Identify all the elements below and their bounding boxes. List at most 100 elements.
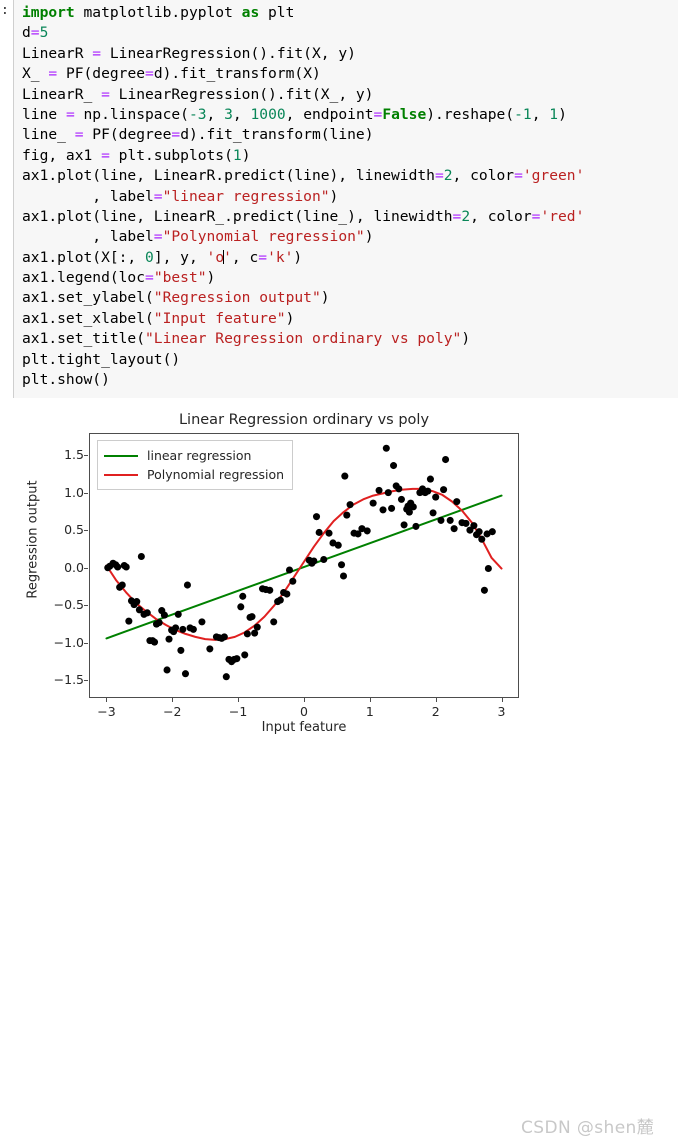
- code-token: ): [329, 187, 339, 205]
- code-token: plt.subplots(: [109, 146, 233, 164]
- data-point: [243, 630, 251, 638]
- data-point: [163, 666, 171, 674]
- code-token: =: [153, 187, 163, 205]
- code-token: "linear regression": [162, 187, 330, 205]
- data-point: [341, 472, 349, 480]
- code-token: =: [101, 85, 110, 103]
- code-line: LinearR = LinearRegression().fit(X, y): [22, 44, 584, 64]
- code-token: =: [65, 105, 75, 123]
- data-point: [480, 586, 488, 594]
- data-point: [241, 651, 249, 659]
- code-token: 5: [39, 24, 49, 42]
- data-point: [270, 618, 278, 626]
- data-point: [375, 486, 383, 494]
- code-token: ax1.plot(line, LinearR.predict(line), li…: [22, 167, 435, 185]
- code-line: , label="linear regression"): [22, 187, 584, 207]
- code-token: ': [223, 248, 232, 266]
- code-editor[interactable]: import matplotlib.pyplot as plt d=5 Linear…: [13, 0, 678, 398]
- x-tick-mark: [369, 698, 371, 702]
- data-point: [198, 618, 206, 626]
- code-token: =: [145, 65, 154, 83]
- notebook-code-cell[interactable]: : import matplotlib.pyplot as plt d=5 Line…: [0, 0, 678, 400]
- code-token: LinearR_: [22, 85, 102, 103]
- code-token: -1: [514, 105, 532, 123]
- x-tick-label: 3: [497, 704, 506, 719]
- code-token: PF(degree: [83, 126, 172, 144]
- code-line: ax1.legend(loc="best"): [22, 268, 584, 288]
- data-point: [165, 635, 173, 643]
- watermark-text: CSDN @shen麓: [521, 1118, 655, 1138]
- code-token: fig, ax1: [22, 146, 102, 164]
- data-point: [429, 509, 437, 517]
- data-point: [450, 525, 458, 533]
- code-token: 'o: [206, 248, 225, 266]
- code-token: PF(degree: [57, 65, 146, 83]
- data-point: [239, 592, 247, 600]
- code-token: 'k': [267, 248, 294, 266]
- code-token: matplotlib.pyplot: [74, 4, 242, 21]
- data-point: [151, 638, 159, 646]
- data-point: [155, 619, 163, 627]
- data-point: [172, 624, 180, 632]
- data-point: [220, 633, 228, 641]
- code-token: ): [241, 146, 251, 164]
- code-line: fig, ax1 = plt.subplots(1): [22, 146, 584, 166]
- data-point: [343, 511, 351, 519]
- data-point: [133, 598, 141, 606]
- code-line: ax1.set_title("Linear Regression ordinar…: [22, 329, 584, 349]
- data-point: [183, 581, 191, 589]
- x-tick-label: −2: [163, 704, 182, 719]
- y-tick-label: 0.5: [64, 522, 84, 538]
- data-point: [446, 516, 454, 524]
- data-point: [338, 561, 346, 569]
- y-tick-mark: [84, 492, 88, 494]
- code-token: False: [382, 105, 427, 123]
- code-token: line: [22, 105, 66, 123]
- data-point: [143, 609, 151, 617]
- x-tick-label: −1: [228, 704, 248, 719]
- y-tick-mark: [84, 680, 88, 682]
- code-token: d).fit_transform(X): [153, 65, 321, 83]
- data-point: [222, 673, 230, 681]
- data-point: [412, 522, 420, 530]
- code-line: d=5: [22, 23, 584, 43]
- data-point: [488, 528, 496, 536]
- code-token: -3: [188, 105, 207, 123]
- y-tick-label: 0.0: [64, 559, 84, 575]
- code-token: "Regression output": [153, 289, 321, 307]
- x-tick-label: 0: [300, 704, 308, 719]
- data-point: [289, 577, 297, 585]
- data-point: [114, 563, 122, 571]
- data-point: [400, 521, 408, 529]
- code-line: ax1.plot(line, LinearR.predict(line), li…: [22, 166, 584, 186]
- x-tick-label: 1: [365, 704, 374, 719]
- data-point: [137, 552, 145, 561]
- x-tick-mark: [172, 698, 174, 702]
- code-token: ): [364, 228, 374, 246]
- data-point: [276, 596, 284, 604]
- code-token: ], y,: [153, 248, 207, 266]
- data-point: [283, 590, 291, 598]
- code-token: ax1.set_ylabel(: [22, 289, 154, 307]
- code-token: , label: [22, 228, 154, 246]
- code-token: X_: [22, 65, 49, 83]
- code-token: ax1.set_title(: [22, 330, 146, 348]
- data-point: [125, 617, 133, 625]
- y-tick-mark: [84, 605, 88, 607]
- data-point: [233, 655, 241, 663]
- y-tick-mark: [84, 530, 88, 532]
- y-tick-mark: [84, 455, 88, 457]
- data-point: [424, 487, 432, 495]
- x-tick-mark: [304, 698, 305, 702]
- x-tick-mark: [238, 698, 240, 702]
- code-token: ): [293, 248, 303, 266]
- code-token: ): [320, 289, 330, 307]
- code-token: LinearR: [22, 44, 93, 62]
- legend-entry: Polynomial regression: [104, 465, 284, 484]
- code-token: =: [48, 65, 58, 83]
- data-point: [397, 495, 405, 503]
- data-point: [388, 504, 396, 512]
- data-point: [181, 670, 190, 678]
- x-axis-label: Input feature: [261, 720, 347, 735]
- code-token: 1: [549, 105, 559, 123]
